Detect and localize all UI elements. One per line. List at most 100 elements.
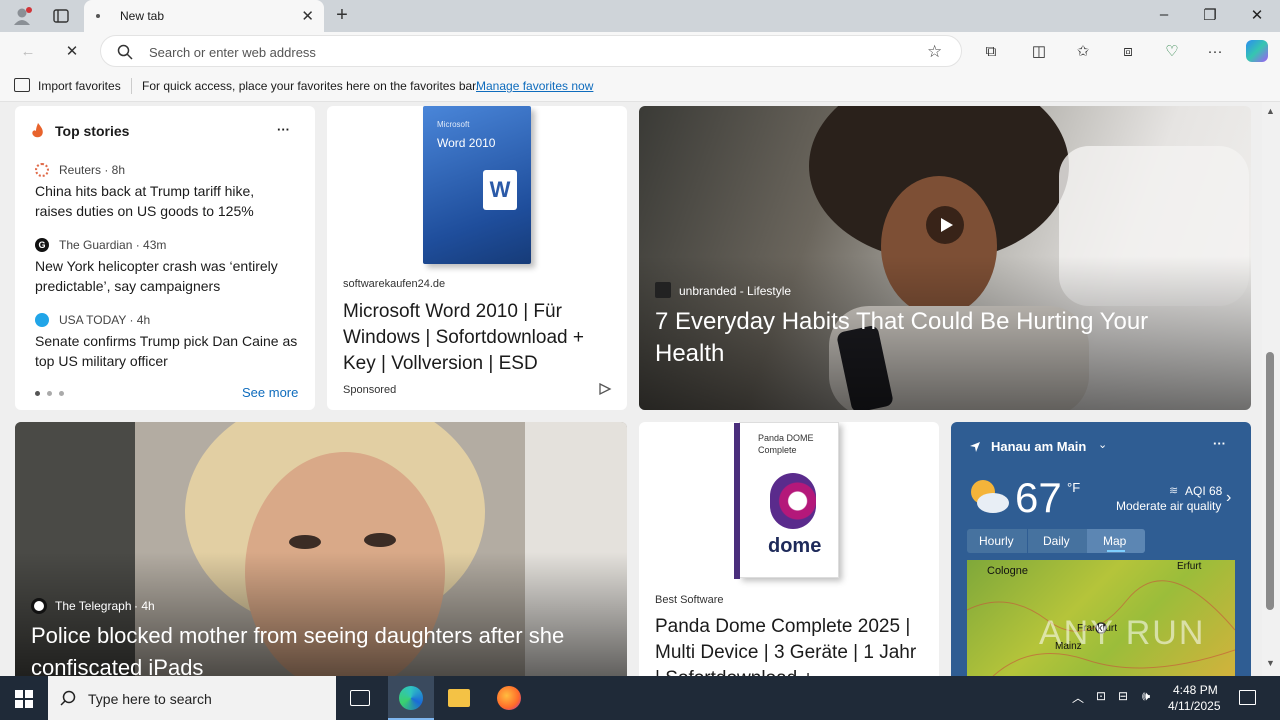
telegraph-card[interactable]: The Telegraph · 4h Police blocked mother… <box>15 422 627 676</box>
weather-tabs: Hourly Daily Map <box>967 529 1145 553</box>
telegraph-source: The Telegraph <box>55 599 132 613</box>
tab-daily[interactable]: Daily <box>1043 534 1070 548</box>
tab-new-tab[interactable]: New tab ✕ <box>84 0 324 32</box>
notifications-icon[interactable] <box>1239 690 1256 705</box>
ad-card-panda[interactable]: Panda DOME Complete dome Best Software P… <box>639 422 939 676</box>
more-menu-icon[interactable]: ··· <box>1205 42 1225 62</box>
profile-icon[interactable] <box>12 6 32 26</box>
performance-icon[interactable]: ♡ <box>1162 42 1182 62</box>
telegraph-logo-icon <box>31 598 47 614</box>
map-label: Cologne <box>987 565 1028 577</box>
tab-actions-icon[interactable] <box>52 7 70 25</box>
scroll-thumb[interactable] <box>1266 352 1274 610</box>
next-icon[interactable]: › <box>1226 489 1231 507</box>
extensions-icon[interactable]: ⧉ <box>981 42 1001 62</box>
tray-chevron-icon[interactable]: ︿ <box>1072 689 1084 706</box>
restore-icon[interactable]: ❐ <box>1200 6 1220 24</box>
close-tab-icon[interactable]: ✕ <box>301 7 314 25</box>
minimize-icon[interactable]: – <box>1154 6 1174 23</box>
favorites-hint: For quick access, place your favorites h… <box>142 79 479 93</box>
copilot-icon[interactable] <box>1246 40 1268 62</box>
back-icon[interactable]: ← <box>18 42 38 62</box>
location-dropdown-icon[interactable]: ⌄ <box>1098 438 1107 451</box>
windows-start-icon[interactable] <box>15 690 33 708</box>
word-box-image: Microsoft Word 2010 W <box>423 106 531 264</box>
divider <box>131 78 132 94</box>
volume-icon[interactable]: 🕪 <box>1142 688 1150 704</box>
ad-title[interactable]: Panda Dome Complete 2025 | Multi Device … <box>655 614 925 676</box>
tab-map[interactable]: Map <box>1103 534 1126 548</box>
stop-loading-icon[interactable]: ✕ <box>62 42 82 62</box>
tab-hourly[interactable]: Hourly <box>979 534 1014 548</box>
new-tab-icon[interactable]: + <box>332 4 352 27</box>
usatoday-logo-icon <box>35 313 49 327</box>
manage-favorites-link[interactable]: Manage favorites now <box>476 79 593 93</box>
aqi-icon: ≋ <box>1169 485 1179 497</box>
reuters-logo-icon <box>35 163 49 177</box>
news-feed: Top stories ··· Reuters · 8h China hits … <box>0 102 1262 676</box>
story-title[interactable]: New York helicopter crash was ‘entirely … <box>35 256 297 296</box>
taskbar: Type here to search ︿ ⊡ ⊟ 🕪 4:48 PM 4/11… <box>0 676 1280 720</box>
split-screen-icon[interactable]: ◫ <box>1029 42 1049 62</box>
clock-date[interactable]: 4/11/2025 <box>1168 699 1221 713</box>
weather-unit[interactable]: °F <box>1067 480 1080 495</box>
guardian-logo-icon: G <box>35 238 49 252</box>
air-quality-text: Moderate air quality <box>1116 499 1222 513</box>
see-more-link[interactable]: See more <box>242 385 298 400</box>
unbranded-logo-icon <box>655 282 671 298</box>
story-title[interactable]: Senate confirms Trump pick Dan Caine as … <box>35 331 305 371</box>
favorites-bar: Import favorites For quick access, place… <box>0 70 1280 102</box>
favorites-icon[interactable]: ✩ <box>1073 42 1093 62</box>
ad-title[interactable]: Microsoft Word 2010 | Für Windows | Sofo… <box>343 299 613 377</box>
network-icon[interactable]: ⊟ <box>1118 689 1128 703</box>
taskbar-search-box[interactable]: Type here to search <box>48 676 336 720</box>
firefox-icon[interactable] <box>497 686 521 710</box>
sponsored-label: Sponsored <box>343 384 397 396</box>
ad-card-word[interactable]: Microsoft Word 2010 W softwarekaufen24.d… <box>327 106 627 410</box>
import-favorites-button[interactable]: Import favorites <box>38 79 121 93</box>
favorite-star-icon[interactable]: ☆ <box>927 42 942 62</box>
loading-icon <box>96 14 100 18</box>
scroll-down-icon[interactable]: ▼ <box>1266 658 1275 668</box>
top-stories-card: Top stories ··· Reuters · 8h China hits … <box>15 106 315 410</box>
import-favorites-icon <box>14 78 30 92</box>
page-scrollbar[interactable]: ▲ ▼ <box>1262 102 1280 676</box>
hero-title[interactable]: 7 Everyday Habits That Could Be Hurting … <box>655 306 1215 370</box>
navigation-bar: ← ✕ Search or enter web address ☆ ⧉ ◫ ✩ … <box>0 32 1280 70</box>
story-title[interactable]: China hits back at Trump tariff hike, ra… <box>35 181 295 221</box>
play-icon[interactable] <box>926 206 964 244</box>
close-window-icon[interactable]: ✕ <box>1247 6 1267 24</box>
ad-choices-icon[interactable] <box>598 382 612 396</box>
panda-box-image: Panda DOME Complete dome <box>734 422 839 579</box>
telegraph-title[interactable]: Police blocked mother from seeing daught… <box>31 620 611 676</box>
address-bar[interactable]: Search or enter web address ☆ <box>100 35 962 67</box>
edge-taskbar-icon[interactable] <box>388 676 434 720</box>
scroll-up-icon[interactable]: ▲ <box>1266 106 1275 116</box>
carousel-dots[interactable] <box>35 391 75 397</box>
weather-map[interactable]: Cologne Erfurt Frankfurt Mainz ANY RUN <box>967 560 1235 676</box>
hero-source: unbranded - Lifestyle <box>679 284 792 298</box>
weather-location[interactable]: Hanau am Main <box>991 439 1086 454</box>
weather-card[interactable]: Hanau am Main ⌄ ··· 67 °F ≋ AQI 68 Moder… <box>951 422 1251 676</box>
ad-source: Best Software <box>655 594 724 606</box>
story-source: Reuters · 8h <box>59 163 126 177</box>
aqi-value: AQI 68 <box>1185 484 1223 498</box>
watermark: ANY RUN <box>1039 614 1206 652</box>
word-logo-icon: W <box>483 170 517 210</box>
weather-temp: 67 <box>1015 474 1062 521</box>
tray-device-icon[interactable]: ⊡ <box>1096 689 1106 703</box>
address-input[interactable]: Search or enter web address <box>149 45 316 60</box>
panda-logo-icon <box>770 473 816 529</box>
story-source: The Guardian · 43m <box>59 238 167 252</box>
clock-time[interactable]: 4:48 PM <box>1173 683 1218 697</box>
telegraph-age: · 4h <box>134 599 155 613</box>
task-view-icon[interactable] <box>350 690 370 706</box>
file-explorer-icon[interactable] <box>448 689 470 707</box>
taskbar-search-input[interactable]: Type here to search <box>88 691 212 707</box>
location-arrow-icon <box>969 440 981 452</box>
top-stories-more-button[interactable]: ··· <box>277 122 290 137</box>
weather-more-icon[interactable]: ··· <box>1213 436 1226 451</box>
hero-video-card[interactable]: unbranded - Lifestyle 7 Everyday Habits … <box>639 106 1251 410</box>
ad-source: softwarekaufen24.de <box>343 278 446 290</box>
collections-icon[interactable]: ⧈ <box>1118 42 1138 62</box>
